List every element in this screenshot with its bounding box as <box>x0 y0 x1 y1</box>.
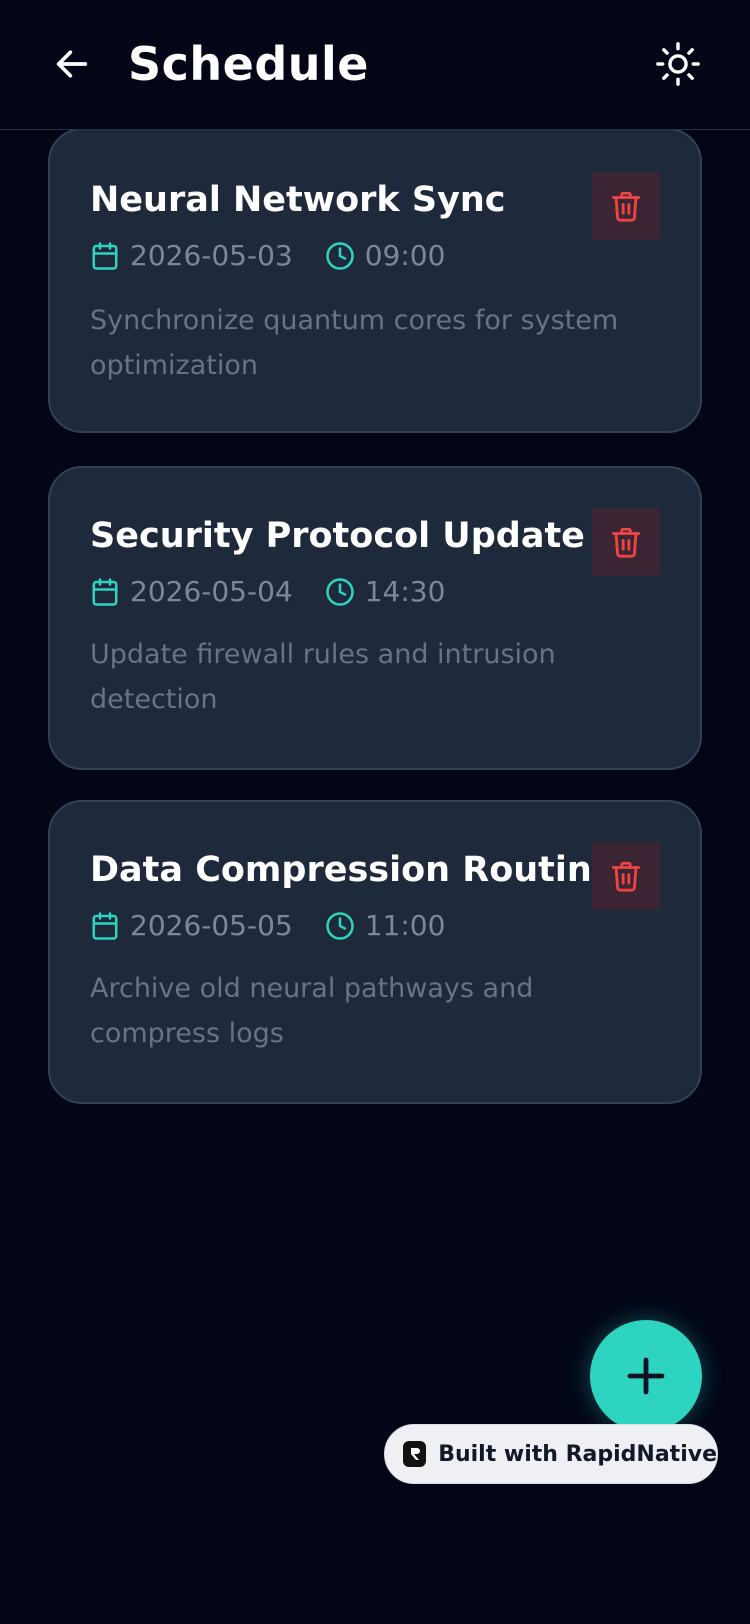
event-time-text: 14:30 <box>364 575 446 608</box>
event-time-text: 09:00 <box>364 239 446 272</box>
event-meta: 2026-05-03 09:00 <box>90 238 477 274</box>
trash-icon <box>611 861 641 892</box>
calendar-icon <box>92 912 118 940</box>
calendar-icon <box>92 242 118 270</box>
event-date: 2026-05-05 <box>90 908 293 944</box>
clock-icon <box>325 578 354 606</box>
event-card[interactable]: Security Protocol Update 2026-05-04 14:3… <box>48 466 702 770</box>
event-time-text: 11:00 <box>364 909 446 942</box>
app-header: Schedule <box>0 0 750 130</box>
back-button[interactable] <box>48 40 96 88</box>
event-meta: 2026-05-04 14:30 <box>90 574 477 610</box>
event-title: Security Protocol Update <box>90 516 585 556</box>
event-time: 11:00 <box>325 908 446 944</box>
event-time: 09:00 <box>325 238 446 274</box>
page-title: Schedule <box>128 37 369 91</box>
event-date: 2026-05-04 <box>90 574 293 610</box>
clock-icon <box>325 912 354 940</box>
rapidnative-logo-icon <box>403 1441 427 1467</box>
delete-button[interactable] <box>592 508 660 576</box>
event-title: Data Compression Routine <box>90 850 616 890</box>
event-date-text: 2026-05-05 <box>130 909 293 942</box>
event-date-text: 2026-05-03 <box>130 239 293 272</box>
event-date: 2026-05-03 <box>90 238 293 274</box>
event-time: 14:30 <box>325 574 446 610</box>
trash-icon <box>611 527 641 558</box>
event-meta: 2026-05-05 11:00 <box>90 908 477 944</box>
clock-icon <box>325 242 354 270</box>
arrow-left-icon <box>56 50 88 78</box>
trash-icon <box>611 191 641 222</box>
event-description: Update firewall rules and intrusion dete… <box>90 639 556 715</box>
badge-label: Built with RapidNative <box>438 1441 717 1467</box>
delete-button[interactable] <box>592 842 660 910</box>
delete-button[interactable] <box>592 172 660 240</box>
event-title: Neural Network Sync <box>90 180 506 220</box>
built-with-badge[interactable]: Built with RapidNative <box>384 1424 718 1484</box>
plus-icon <box>627 1357 665 1395</box>
schedule-screen: Schedule Neural Network Sync 2026-05-03 … <box>0 0 750 1624</box>
theme-toggle-button[interactable] <box>652 38 704 90</box>
event-card[interactable]: Data Compression Routine 2026-05-05 11:0… <box>48 800 702 1104</box>
calendar-icon <box>92 578 118 606</box>
sun-icon <box>656 42 700 86</box>
add-event-button[interactable] <box>590 1320 702 1432</box>
event-date-text: 2026-05-04 <box>130 575 293 608</box>
event-description: Archive old neural pathways and compress… <box>90 973 534 1049</box>
event-description: Synchronize quantum cores for system opt… <box>90 305 619 381</box>
event-card[interactable]: Neural Network Sync 2026-05-03 09:00 Syn… <box>48 128 702 433</box>
